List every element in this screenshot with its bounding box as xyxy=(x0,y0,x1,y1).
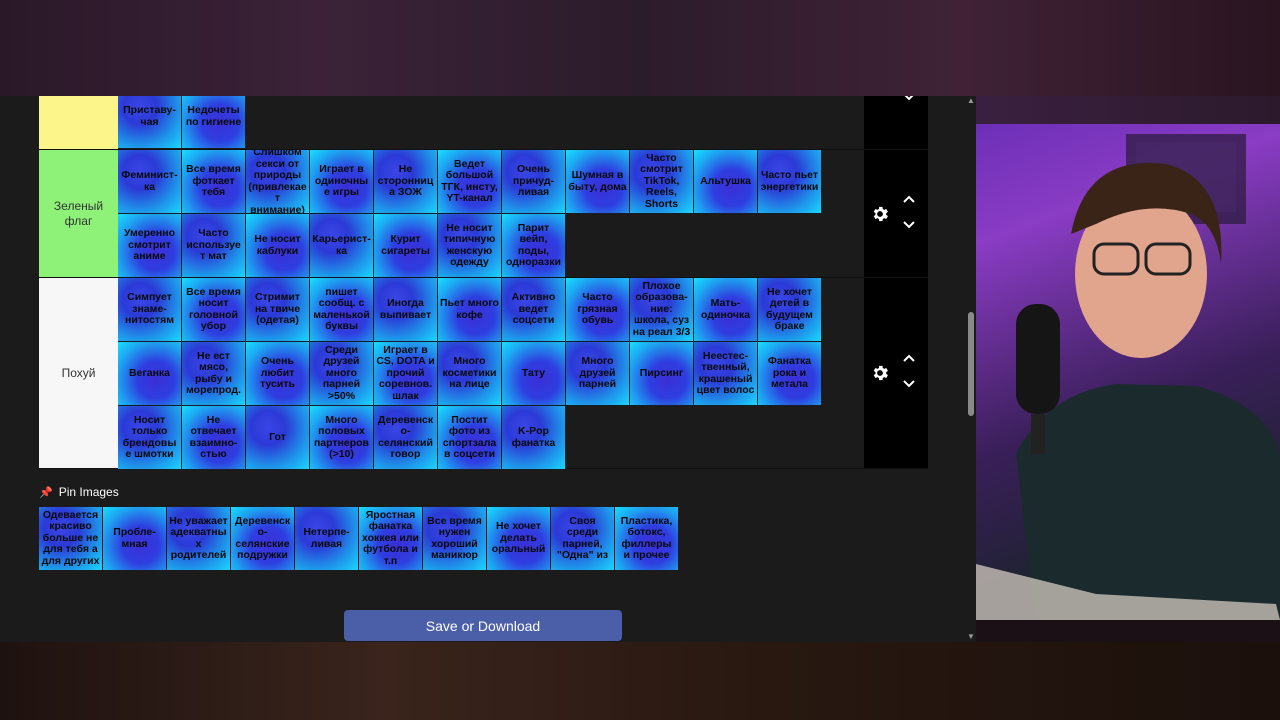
tier-item-tile[interactable]: Деревенско-селянский говор xyxy=(374,406,437,469)
tier-item-tile[interactable]: Очень причуд-ливая xyxy=(502,150,565,213)
tier-item-tile[interactable]: Часто пьет энергетики xyxy=(758,150,821,213)
tier-controls xyxy=(864,278,928,468)
tier-item-tile[interactable]: Карьерист-ка xyxy=(310,214,373,277)
tier-item-tile[interactable]: Стримит на твиче (одетая) xyxy=(246,278,309,341)
pin-item-tile[interactable]: Пластика, ботокс, филлеры и прочее xyxy=(615,507,678,570)
pin-images-area[interactable]: Одевается красиво больше не для тебя а д… xyxy=(39,507,739,571)
tier-row: Похуй Симпует знаме-нитостям Все время нос… xyxy=(39,278,928,469)
gear-icon[interactable] xyxy=(870,204,890,224)
tier-controls xyxy=(864,96,928,149)
chevron-down-icon[interactable] xyxy=(902,220,916,230)
tier-item-tile[interactable]: Неестес-твенный, крашеный цвет волос xyxy=(694,342,757,405)
scrollbar-thumb[interactable] xyxy=(968,312,974,416)
tier-item-tile[interactable]: Играет в CS, DOTA и прочий соревнов. шла… xyxy=(374,342,437,405)
tier-item-tile[interactable]: Не носит каблуки xyxy=(246,214,309,277)
pushpin-icon: 📌 xyxy=(39,486,53,499)
pin-item-tile[interactable]: Все время нужен хороший маникюр xyxy=(423,507,486,570)
tier-label[interactable]: Похуй xyxy=(39,278,118,468)
pin-item-tile[interactable]: Своя среди парней, "Одна" из xyxy=(551,507,614,570)
tier-list-app: Приставу-чая Недочеты по гигиене Зеленый … xyxy=(0,96,976,642)
pin-item-tile[interactable]: Не хочет делать оральный xyxy=(487,507,550,570)
background-top xyxy=(0,0,1280,96)
pin-images-title: 📌 Pin Images xyxy=(39,484,119,500)
tier-item-tile[interactable]: Не ест мясо, рыбу и морепрод. xyxy=(182,342,245,405)
tier-item-tile[interactable]: Фанатка рока и метала xyxy=(758,342,821,405)
webcam-overlay xyxy=(976,124,1280,620)
scrollbar[interactable]: ▲ ▼ xyxy=(966,96,976,642)
tier-item-tile[interactable]: Симпует знаме-нитостям xyxy=(118,278,181,341)
tier-item-tile[interactable]: Приставу-чая xyxy=(118,96,181,148)
tier-label[interactable]: Зеленый флаг xyxy=(39,150,118,277)
tier-controls xyxy=(864,150,928,277)
tier-row: Приставу-чая Недочеты по гигиене xyxy=(39,96,928,150)
tier-item-tile[interactable]: Постит фото из спортзала в соцсети xyxy=(438,406,501,469)
pin-item-tile[interactable]: Нетерпе-ливая xyxy=(295,507,358,570)
tier-item-tile[interactable]: Веганка xyxy=(118,342,181,405)
save-or-download-button[interactable]: Save or Download xyxy=(344,610,622,641)
tier-item-tile[interactable]: Активно ведет соцсети xyxy=(502,278,565,341)
tier-item-tile[interactable]: Не носит типичную женскую одежду xyxy=(438,214,501,277)
background-bottom xyxy=(0,642,1280,720)
tier-item-tile[interactable]: пишет сообщ. с маленькой буквы xyxy=(310,278,373,341)
tier-item-tile[interactable]: Много половых партнеров (>10) xyxy=(310,406,373,469)
tier-item-tile[interactable]: K-Pop фанатка xyxy=(502,406,565,469)
chevron-up-icon[interactable] xyxy=(902,194,916,204)
chevron-down-icon[interactable] xyxy=(902,379,916,389)
tier-item-tile[interactable]: Недочеты по гигиене xyxy=(182,96,245,148)
tier-item-tile[interactable]: Пирсинг xyxy=(630,342,693,405)
tier-item-tile[interactable]: Умеренно смотрит аниме xyxy=(118,214,181,277)
tier-item-tile[interactable]: Все время фоткает тебя xyxy=(182,150,245,213)
pin-images-label: Pin Images xyxy=(58,485,119,499)
background-right-top xyxy=(976,96,1280,124)
tier-item-tile[interactable]: Тату xyxy=(502,342,565,405)
streamer-webcam-image xyxy=(976,134,1280,620)
pin-item-tile[interactable]: Деревенско-селянские подружки xyxy=(231,507,294,570)
tier-item-tile[interactable]: Играет в одиночные игры xyxy=(310,150,373,213)
pin-item-tile[interactable]: Пробле-мная xyxy=(103,507,166,570)
pin-item-tile[interactable]: Яростная фанатка хоккея или футбола и т.… xyxy=(359,507,422,570)
tier-items: Приставу-чая Недочеты по гигиене xyxy=(118,96,864,149)
tier-items: Симпует знаме-нитостям Все время носит го… xyxy=(118,278,864,469)
tier-item-tile[interactable]: Много друзей парней xyxy=(566,342,629,405)
tier-item-tile[interactable]: Не сторонница ЗОЖ xyxy=(374,150,437,213)
tier-item-tile[interactable]: Шумная в быту, дома xyxy=(566,150,629,213)
tier-item-tile[interactable]: Часто смотрит TikTok, Reels, Shorts xyxy=(630,150,693,213)
tier-item-tile[interactable]: Ведет большой ТГК, инсту, YT-канал xyxy=(438,150,501,213)
tier-item-tile[interactable]: Феминист-ка xyxy=(118,150,181,213)
tier-item-tile[interactable]: Парит вейп, поды, одноразки xyxy=(502,214,565,277)
gear-icon[interactable] xyxy=(870,363,890,383)
tier-item-tile[interactable]: Все время носит головной убор xyxy=(182,278,245,341)
scroll-down-icon[interactable]: ▼ xyxy=(966,632,976,642)
tier-items: Феминист-ка Все время фоткает тебя Слишком… xyxy=(118,150,864,277)
tier-item-tile[interactable]: Часто использует мат xyxy=(182,214,245,277)
scroll-up-icon[interactable]: ▲ xyxy=(966,96,976,106)
tier-item-tile[interactable]: Альтушка xyxy=(694,150,757,213)
tier-item-tile[interactable]: Не хочет детей в будущем браке xyxy=(758,278,821,341)
tier-item-tile[interactable]: Пьет много кофе xyxy=(438,278,501,341)
chevron-down-icon[interactable] xyxy=(902,96,916,102)
tier-item-tile[interactable]: Не отвечает взаимно-стью xyxy=(182,406,245,469)
tier-item-tile[interactable]: Курит сигареты xyxy=(374,214,437,277)
tier-item-tile[interactable]: Носит только брендовые шмотки xyxy=(118,406,181,469)
tier-item-tile[interactable]: Гот xyxy=(246,406,309,469)
tier-item-tile[interactable]: Часто грязная обувь xyxy=(566,278,629,341)
tier-item-tile[interactable]: Очень любит тусить xyxy=(246,342,309,405)
tier-item-tile[interactable]: Плохое образова-ние: школа, суз на реал … xyxy=(630,278,693,341)
tier-row: Зеленый флаг Феминист-ка Все время фоткает… xyxy=(39,150,928,278)
tier-item-tile[interactable]: Иногда выпивает xyxy=(374,278,437,341)
tier-list: Приставу-чая Недочеты по гигиене Зеленый … xyxy=(39,96,928,469)
chevron-up-icon[interactable] xyxy=(902,353,916,363)
tier-item-tile[interactable]: Много косметики на лице xyxy=(438,342,501,405)
tier-item-tile[interactable]: Слишком секси от природы (привлекает вни… xyxy=(246,150,309,213)
tier-item-tile[interactable]: Среди друзей много парней >50% xyxy=(310,342,373,405)
tier-label[interactable] xyxy=(39,96,118,149)
tier-item-tile[interactable]: Мать-одиночка xyxy=(694,278,757,341)
pin-item-tile[interactable]: Не уважает адекватных родителей xyxy=(167,507,230,570)
pin-item-tile[interactable]: Одевается красиво больше не для тебя а д… xyxy=(39,507,102,570)
